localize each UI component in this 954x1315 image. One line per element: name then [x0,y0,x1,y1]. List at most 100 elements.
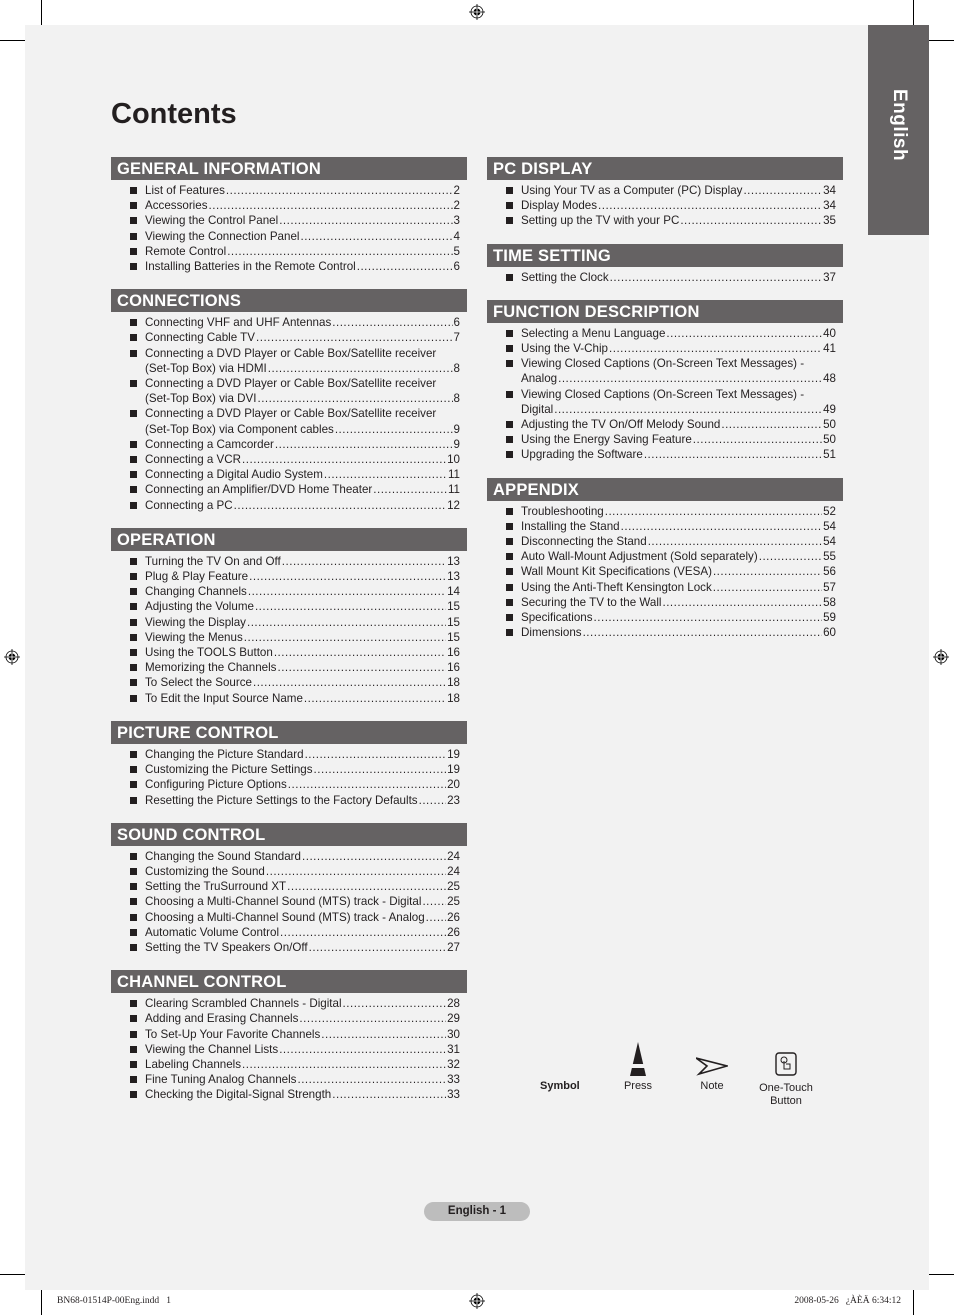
toc-entry[interactable]: Connecting a DVD Player or Cable Box/Sat… [111,346,467,376]
toc-entry[interactable]: Viewing the Control Panel 3 [111,213,467,228]
toc-entry[interactable]: Viewing Closed Captions (On-Screen Text … [487,356,843,386]
toc-entry[interactable]: Using the TOOLS Button 16 [111,645,467,660]
toc-entry[interactable]: Labeling Channels 32 [111,1057,467,1072]
toc-entry-title: Setting up the TV with your PC [521,214,680,228]
toc-entry[interactable]: Changing the Sound Standard 24 [111,849,467,864]
square-bullet-icon [130,232,137,240]
toc-entry-title: To Select the Source [145,676,252,690]
toc-entry[interactable]: Changing the Picture Standard 19 [111,747,467,762]
toc-entry[interactable]: Connecting a PC 12 [111,498,467,513]
toc-entry[interactable]: Viewing Closed Captions (On-Screen Text … [487,387,843,417]
toc-entry[interactable]: Connecting a Digital Audio System 11 [111,467,467,482]
toc-entry[interactable]: Troubleshooting 52 [487,504,843,519]
toc-entry[interactable]: Dimensions 60 [487,625,843,640]
toc-entry[interactable]: Memorizing the Channels 16 [111,660,467,675]
square-bullet-icon [130,913,137,921]
toc-entry[interactable]: Connecting a Camcorder 9 [111,437,467,452]
toc-entry-title: Checking the Digital-Signal Strength [145,1088,332,1102]
toc-entry[interactable]: Plug & Play Feature 13 [111,569,467,584]
square-bullet-icon [506,202,513,210]
toc-entry-title: (Set-Top Box) via DVI [145,392,257,406]
square-bullet-icon [130,1091,137,1099]
toc-entry-title: Analog [521,372,558,386]
toc-entry[interactable]: To Select the Source 18 [111,675,467,690]
square-bullet-icon [130,1000,137,1008]
toc-entry[interactable]: Viewing the Menus 15 [111,630,467,645]
toc-entry[interactable]: Using the Anti-Theft Kensington Lock 57 [487,580,843,595]
toc-entry-title: Setting the Clock [521,270,609,284]
toc-entry[interactable]: Connecting a VCR 10 [111,452,467,467]
square-bullet-icon [506,522,513,530]
toc-entry[interactable]: Wall Mount Kit Specifications (VESA) 56 [487,564,843,579]
toc-entry-page: 34 [823,199,836,213]
toc-entry[interactable]: Connecting a DVD Player or Cable Box/Sat… [111,376,467,406]
dot-leader [644,447,822,462]
dot-leader [621,519,822,534]
toc-entry[interactable]: Installing the Stand 54 [487,519,843,534]
toc-entry[interactable]: Turning the TV On and Off 13 [111,554,467,569]
toc-entry-page: 58 [823,595,836,609]
toc-entry[interactable]: Connecting VHF and UHF Antennas 6 [111,315,467,330]
page-title: Contents [111,98,237,130]
toc-entry[interactable]: Adjusting the Volume 15 [111,599,467,614]
toc-entry[interactable]: Automatic Volume Control 26 [111,925,467,940]
toc-entry[interactable]: Checking the Digital-Signal Strength 33 [111,1087,467,1102]
toc-entry-title: Upgrading the Software [521,448,643,462]
section-heading: CONNECTIONS [111,289,467,313]
toc-entry[interactable]: Using Your TV as a Computer (PC) Display… [487,183,843,198]
toc-entry[interactable]: Selecting a Menu Language 40 [487,326,843,341]
toc-entry[interactable]: Choosing a Multi-Channel Sound (MTS) tra… [111,910,467,925]
toc-entry[interactable]: Setting the TruSurround XT 25 [111,879,467,894]
toc-entry-title: Memorizing the Channels [145,661,277,675]
toc-entry[interactable]: Viewing the Display 15 [111,615,467,630]
toc-entry[interactable]: Resetting the Picture Settings to the Fa… [111,793,467,808]
toc-entry[interactable]: To Set-Up Your Favorite Channels 30 [111,1027,467,1042]
dot-leader [288,777,446,792]
toc-entry[interactable]: Setting up the TV with your PC 35 [487,213,843,228]
toc-entry[interactable]: Connecting Cable TV 7 [111,330,467,345]
dot-leader [248,584,446,599]
toc-entry-page: 33 [447,1088,460,1102]
toc-entry-page: 18 [447,676,460,690]
toc-entry[interactable]: Connecting a DVD Player or Cable Box/Sat… [111,406,467,436]
toc-entry-title: Changing the Picture Standard [145,747,304,761]
toc-entry[interactable]: Adjusting the TV On/Off Melody Sound 50 [487,417,843,432]
toc-entry[interactable]: Viewing the Connection Panel 4 [111,229,467,244]
toc-entry[interactable]: Display Modes 34 [487,198,843,213]
toc-entry-title: Wall Mount Kit Specifications (VESA) [521,565,712,579]
dot-leader [275,437,453,452]
toc-entry[interactable]: Clearing Scrambled Channels - Digital 28 [111,996,467,1011]
toc-entry[interactable]: Viewing the Channel Lists 31 [111,1042,467,1057]
square-bullet-icon [130,217,137,225]
toc-entry[interactable]: Changing Channels 14 [111,584,467,599]
toc-entry[interactable]: Specifications 59 [487,610,843,625]
toc-entry[interactable]: Using the V-Chip 41 [487,341,843,356]
toc-entry[interactable]: Securing the TV to the Wall 58 [487,595,843,610]
toc-entry-page: 31 [447,1042,460,1056]
toc-entry[interactable]: Disconnecting the Stand 54 [487,534,843,549]
dot-leader [247,615,446,630]
toc-entry-page: 12 [447,498,460,512]
toc-entry[interactable]: Customizing the Sound 24 [111,864,467,879]
toc-entry-page: 15 [447,630,460,644]
toc-entry[interactable]: Accessories 2 [111,198,467,213]
toc-entry[interactable]: Connecting an Amplifier/DVD Home Theater… [111,482,467,497]
toc-entry[interactable]: Auto Wall-Mount Adjustment (Sold separat… [487,549,843,564]
toc-entry-title: Digital [521,402,554,416]
toc-entry[interactable]: Choosing a Multi-Channel Sound (MTS) tra… [111,894,467,909]
toc-entry[interactable]: List of Features 2 [111,183,467,198]
toc-entry[interactable]: Setting the Clock 37 [487,270,843,285]
toc-entry[interactable]: Fine Tuning Analog Channels 33 [111,1072,467,1087]
toc-entry[interactable]: Installing Batteries in the Remote Contr… [111,259,467,274]
toc-entry[interactable]: To Edit the Input Source Name 18 [111,691,467,706]
toc-entry[interactable]: Adding and Erasing Channels 29 [111,1011,467,1026]
toc-entry[interactable]: Configuring Picture Options 20 [111,777,467,792]
dot-leader [721,417,822,432]
toc-entry-title: Using the V-Chip [521,342,608,356]
toc-entry-page: 32 [447,1057,460,1071]
toc-entry[interactable]: Remote Control 5 [111,244,467,259]
toc-entry[interactable]: Customizing the Picture Settings 19 [111,762,467,777]
toc-entry[interactable]: Setting the TV Speakers On/Off 27 [111,940,467,955]
toc-entry[interactable]: Upgrading the Software 51 [487,447,843,462]
toc-entry[interactable]: Using the Energy Saving Feature 50 [487,432,843,447]
